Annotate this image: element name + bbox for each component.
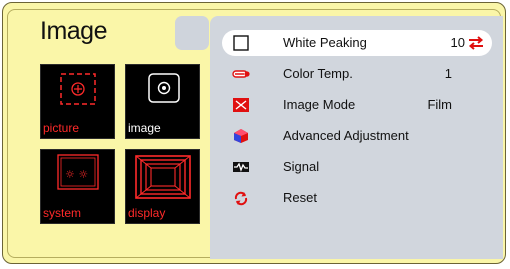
advanced-adjustment-icon	[234, 129, 248, 143]
menu-label-reset: Reset	[283, 190, 317, 205]
thumb-label-display: display	[128, 206, 166, 220]
thumb-system[interactable]: ☼ ☼ system	[40, 149, 115, 224]
menu-item-signal[interactable]: Signal	[222, 154, 492, 180]
menu-label-advanced-adjustment: Advanced Adjustment	[283, 128, 409, 143]
menu-item-reset[interactable]: Reset	[222, 185, 492, 211]
thumb-picture[interactable]: picture	[40, 64, 115, 139]
menu-item-image-mode[interactable]: Image Mode Film	[222, 92, 492, 118]
thumb-label-picture: picture	[43, 121, 80, 135]
header-tab	[175, 16, 209, 50]
svg-text:☼ ☼: ☼ ☼	[65, 168, 88, 181]
menu-item-color-temp[interactable]: Color Temp. 1	[222, 61, 492, 87]
white-peaking-icon	[233, 35, 249, 51]
menu-label-image-mode: Image Mode	[283, 97, 356, 112]
color-temp-icon	[232, 70, 250, 78]
menu-panel: White Peaking 10 Color Temp. 1 Image Mod…	[210, 16, 503, 259]
menu-item-white-peaking[interactable]: White Peaking 10	[222, 30, 492, 56]
menu-label-color-temp: Color Temp.	[283, 66, 353, 81]
menu-value-color-temp: 1	[444, 66, 452, 81]
osd-window: Image picture image ☼ ☼ system display W…	[2, 2, 506, 264]
adjust-arrows-icon[interactable]	[468, 35, 484, 51]
signal-icon	[233, 162, 249, 172]
thumb-label-image: image	[128, 121, 161, 135]
thumb-display[interactable]: display	[125, 149, 200, 224]
menu-label-signal: Signal	[283, 159, 320, 174]
menu-item-advanced-adjustment[interactable]: Advanced Adjustment	[222, 123, 492, 149]
menu-value-image-mode: Film	[427, 97, 452, 112]
menu-label-white-peaking: White Peaking	[283, 35, 367, 50]
page-title: Image	[40, 17, 107, 45]
reset-icon	[234, 191, 248, 206]
menu-value-white-peaking: 10	[450, 35, 465, 50]
image-mode-icon	[233, 98, 249, 112]
thumb-label-system: system	[43, 206, 82, 220]
thumb-image[interactable]: image	[125, 64, 200, 139]
